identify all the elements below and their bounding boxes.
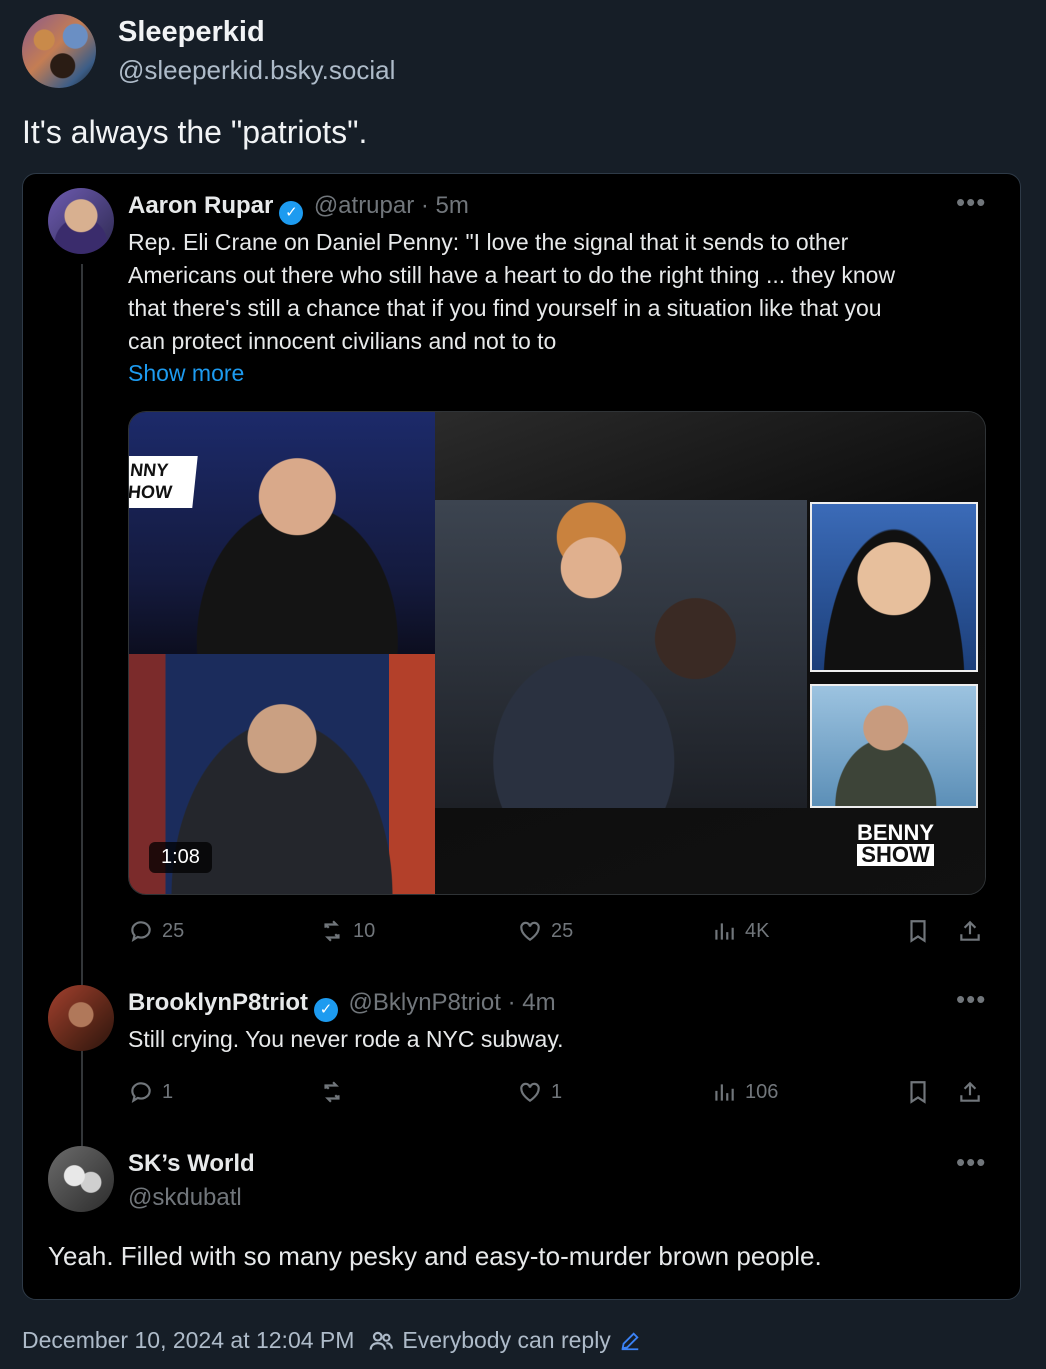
bookmark-icon bbox=[910, 1081, 926, 1104]
heart-icon bbox=[520, 1082, 540, 1102]
share-icon bbox=[960, 920, 980, 941]
share-action bbox=[957, 1079, 983, 1105]
verified-badge-icon: ✓ bbox=[314, 998, 339, 1022]
view-count: 4K bbox=[745, 919, 770, 942]
post-footer: December 10, 2024 at 12:04 PM Everybody … bbox=[22, 1327, 641, 1354]
reply-count: 25 bbox=[162, 919, 185, 942]
repost-icon bbox=[324, 920, 340, 942]
tweet-handle: @skdubatl bbox=[128, 1184, 242, 1211]
share-action bbox=[957, 918, 983, 944]
tweet-author-name: SK’s World bbox=[128, 1150, 255, 1177]
more-options-icon: ••• bbox=[956, 984, 987, 1014]
bookmark-action bbox=[905, 918, 931, 944]
reply-count: 1 bbox=[162, 1080, 174, 1103]
views-action: 106 bbox=[711, 1079, 778, 1105]
logo-text-top: BENNY bbox=[857, 820, 935, 845]
courthouse-photo bbox=[435, 500, 807, 808]
reply-setting[interactable]: Everybody can reply bbox=[368, 1327, 640, 1354]
more-options-icon: ••• bbox=[956, 187, 987, 217]
edit-icon[interactable] bbox=[619, 1330, 641, 1352]
logo-text-bottom: SHOW bbox=[857, 844, 935, 866]
portrait-photo bbox=[810, 502, 978, 672]
more-options-icon: ••• bbox=[956, 1147, 987, 1177]
avatar bbox=[48, 985, 114, 1051]
tweet-text-line: that there's still a chance that if you … bbox=[128, 295, 882, 321]
reply-icon bbox=[131, 1082, 151, 1104]
share-icon bbox=[960, 1081, 980, 1102]
repost-count: 10 bbox=[353, 919, 376, 942]
tweet-text-line: can protect innocent civilians and not t… bbox=[128, 328, 557, 354]
people-icon bbox=[370, 1331, 394, 1350]
tweet-author-name: Aaron Rupar bbox=[128, 192, 274, 219]
reply-action: 25 bbox=[128, 918, 184, 944]
bookmark-action bbox=[905, 1079, 931, 1105]
show-more-link: Show more bbox=[128, 360, 245, 386]
avatar bbox=[48, 188, 114, 254]
tweet-text: Yeah. Filled with so many pesky and easy… bbox=[48, 1241, 822, 1271]
like-action: 25 bbox=[517, 918, 573, 944]
like-count: 1 bbox=[551, 1080, 563, 1103]
tweet-author-name: BrooklynP8triot bbox=[128, 989, 309, 1016]
reply-icon bbox=[131, 921, 151, 943]
reply-action: 1 bbox=[128, 1079, 173, 1105]
views-icon bbox=[715, 1084, 734, 1101]
video-thumbnail: NNY HOW BENNY SHOW 1:08 bbox=[128, 411, 986, 895]
video-duration: 1:08 bbox=[149, 842, 212, 873]
author-handle[interactable]: @sleeperkid.bsky.social bbox=[118, 55, 395, 86]
host-panel bbox=[129, 412, 435, 654]
repost-icon bbox=[324, 1081, 340, 1103]
views-action: 4K bbox=[711, 918, 769, 944]
post-text: It's always the "patriots". bbox=[22, 114, 368, 150]
views-icon bbox=[715, 923, 734, 940]
tweet-text-line: Rep. Eli Crane on Daniel Penny: "I love … bbox=[128, 229, 849, 255]
like-action: 1 bbox=[517, 1079, 562, 1105]
author-name[interactable]: Sleeperkid bbox=[118, 16, 265, 49]
avatar bbox=[48, 1146, 114, 1212]
benny-show-logo: BENNY SHOW bbox=[857, 820, 935, 866]
embedded-image[interactable]: Aaron Rupar ✓ @atrupar · 5m ••• Rep. Eli … bbox=[22, 173, 1021, 1300]
like-count: 25 bbox=[551, 919, 574, 942]
verified-badge-icon: ✓ bbox=[279, 201, 304, 225]
tweet-text-line: Americans out there who still have a hea… bbox=[128, 262, 896, 288]
repost-action: 10 bbox=[319, 918, 375, 944]
tweet-text: Rep. Eli Crane on Daniel Penny: "I love … bbox=[128, 226, 998, 358]
beach-photo bbox=[810, 684, 978, 808]
view-count: 106 bbox=[745, 1080, 779, 1103]
tweet-text: Still crying. You never rode a NYC subwa… bbox=[128, 1026, 564, 1052]
repost-action bbox=[319, 1079, 345, 1105]
post-timestamp: December 10, 2024 at 12:04 PM bbox=[22, 1327, 355, 1353]
reply-setting-label: Everybody can reply bbox=[402, 1327, 611, 1353]
bookmark-icon bbox=[910, 920, 926, 943]
heart-icon bbox=[520, 921, 540, 941]
tweet-meta: @BklynP8triot · 4m bbox=[348, 989, 556, 1016]
show-logo: NNY HOW bbox=[129, 456, 198, 508]
avatar[interactable] bbox=[22, 14, 96, 88]
tweet-meta: @atrupar · 5m bbox=[313, 192, 469, 219]
